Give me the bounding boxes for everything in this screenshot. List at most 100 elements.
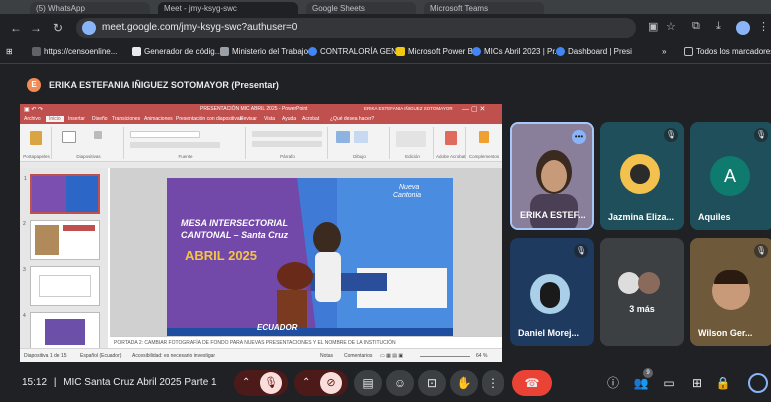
ppt-status-bar: Diapositiva 1 de 15 Español (Ecuador) Ac… — [20, 348, 502, 362]
chevron-up-icon[interactable]: ⌃ — [242, 370, 250, 396]
current-slide[interactable]: MESA INTERSECTORIAL CANTONAL – Santa Cru… — [167, 178, 453, 339]
avatar-hair — [714, 270, 748, 284]
back-icon[interactable]: ← — [8, 20, 24, 36]
paste-icon[interactable] — [30, 131, 42, 145]
tab-whatsapp[interactable]: (5) WhatsApp — [30, 2, 150, 14]
tab-teams[interactable]: Microsoft Teams — [424, 2, 544, 14]
participant-tile-jazmina[interactable]: 🎙 Jazmina Eliza... — [600, 122, 684, 230]
chat-icon[interactable]: ▭ — [660, 374, 678, 392]
menu-animaciones[interactable]: Animaciones — [144, 116, 173, 122]
site-info-icon[interactable] — [82, 21, 96, 35]
bookmarks-overflow[interactable]: » — [662, 47, 666, 56]
presenter-label: ERIKA ESTEFANIA IÑIGUEZ SOTOMAYOR (Prese… — [49, 80, 279, 90]
host-controls-icon[interactable]: 🔒 — [714, 374, 732, 392]
menu-revisar[interactable]: Revisar — [240, 116, 257, 122]
find-replace-icon[interactable] — [396, 131, 426, 147]
cast-icon[interactable]: ▣ — [648, 20, 658, 33]
slide-thumb-4[interactable]: 4 — [23, 312, 100, 352]
reload-icon[interactable]: ↻ — [50, 20, 66, 36]
bookmark-censo[interactable]: https://censoenline... — [32, 47, 117, 56]
bookmark-powerbi[interactable]: Microsoft Power BI — [396, 47, 475, 56]
participant-tile-aquiles[interactable]: A 🎙 Aquiles — [690, 122, 771, 230]
slide-thumb-1[interactable]: 1 — [24, 174, 100, 214]
shapes-icon[interactable] — [336, 131, 350, 143]
menu-archivo[interactable]: Archivo — [24, 116, 41, 122]
activities-icon[interactable]: ⊞ — [688, 374, 706, 392]
menu-transiciones[interactable]: Transiciones — [112, 116, 140, 122]
participant-tile-more[interactable]: 3 más — [600, 238, 684, 346]
view-buttons-icon[interactable]: ▭ ▦ ▤ ▣ — [380, 353, 403, 359]
captions-button[interactable]: ▤ — [354, 370, 382, 396]
more-options-button[interactable]: ⋮ — [482, 370, 504, 396]
raise-hand-button[interactable]: ✋ — [450, 370, 478, 396]
font-select[interactable] — [130, 131, 200, 138]
mic-off-icon[interactable]: 🎙 — [260, 372, 282, 394]
bookmark-mics[interactable]: MICs Abril 2023 | Pr... — [472, 47, 561, 56]
bookmark-star-icon[interactable]: ☆ — [666, 20, 676, 33]
participant-tile-wilson[interactable]: 🎙 Wilson Ger... — [690, 238, 771, 346]
bookmark-dashboard[interactable]: Dashboard | Presi — [556, 47, 632, 56]
addins-icon[interactable] — [479, 131, 489, 143]
profile-avatar[interactable] — [736, 21, 750, 35]
menu-vista[interactable]: Vista — [264, 116, 275, 122]
slide-thumb-3[interactable]: 3 — [23, 266, 100, 306]
apps-icon[interactable]: ⊞ — [6, 47, 13, 56]
shared-screen: ▣ ↶ ↷ PRESENTACIÓN MIC ABRIL 2025 - Powe… — [20, 104, 502, 362]
group-parrafo: Párrafo — [248, 127, 328, 159]
camera-off-icon[interactable]: ⊘ — [320, 372, 342, 394]
avatar-figure — [630, 164, 650, 184]
download-icon[interactable]: ⤓ — [716, 20, 721, 33]
menu-inicio[interactable]: Inicio — [46, 116, 64, 122]
font-format-icons[interactable] — [130, 142, 220, 148]
url-text[interactable]: meet.google.com/jmy-ksyg-swc?authuser=0 — [102, 22, 297, 33]
status-accessibility[interactable]: Accesibilidad: es necesario investigar — [132, 353, 215, 359]
slide-canvas: MESA INTERSECTORIAL CANTONAL – Santa Cru… — [110, 168, 502, 339]
menu-insertar[interactable]: Insertar — [68, 116, 85, 122]
bookmark-generador[interactable]: Generador de códig... — [132, 47, 221, 56]
align-icons[interactable] — [252, 141, 322, 147]
tab-sheets[interactable]: Google Sheets — [306, 2, 416, 14]
status-comments[interactable]: Comentarios — [344, 353, 372, 359]
ppt-user: ERIKA ESTEFANIA IÑIGUEZ SOTOMAYOR — [364, 106, 453, 111]
status-language[interactable]: Español (Ecuador) — [80, 353, 121, 359]
chevron-up-icon[interactable]: ⌃ — [302, 370, 310, 396]
mic-control[interactable]: ⌃ 🎙 — [234, 370, 288, 396]
info-icon[interactable]: ⓘ — [604, 374, 622, 392]
omnibox[interactable]: meet.google.com/jmy-ksyg-swc?authuser=0 — [76, 18, 636, 38]
menu-acrobat[interactable]: Acrobat — [302, 116, 319, 122]
present-button[interactable]: ⊡ — [418, 370, 446, 396]
pdf-icon[interactable] — [445, 131, 457, 145]
status-notes[interactable]: Notas — [320, 353, 333, 359]
forward-icon[interactable]: → — [28, 20, 44, 36]
page-icon — [132, 47, 141, 56]
participant-tile-daniel[interactable]: 🎙 Daniel Morej... — [510, 238, 594, 346]
layout-icon[interactable] — [94, 131, 102, 139]
zoom-slider[interactable] — [420, 356, 470, 357]
menu-ayuda[interactable]: Ayuda — [282, 116, 296, 122]
gemini-icon[interactable] — [748, 373, 768, 393]
menu-dots-icon[interactable]: ⋮ — [758, 20, 769, 33]
status-zoom[interactable]: 64 % — [476, 353, 487, 359]
bookmark-ministerio[interactable]: Ministerio del Trabajo — [220, 47, 308, 56]
all-bookmarks[interactable]: Todos los marcadores — [684, 47, 771, 56]
camera-control[interactable]: ⌃ ⊘ — [294, 370, 348, 396]
extensions-icon[interactable]: ⧉ — [692, 20, 700, 33]
menu-presentacion[interactable]: Presentación con diapositivas — [176, 116, 242, 122]
ppt-search[interactable]: ¿Qué desea hacer? — [330, 116, 374, 122]
slide-thumbnails: 1 2 3 4 — [20, 168, 108, 352]
tab-meet[interactable]: Meet - jmy-ksyg-swc — [158, 2, 298, 14]
slide-thumb-graphic — [63, 225, 95, 231]
presenter-avatar: E — [27, 78, 41, 92]
group-complementos: Complementos — [468, 127, 500, 159]
participant-tile-erika[interactable]: ••• ERIKA ESTEF... — [510, 122, 594, 230]
slide-notes[interactable]: PORTADA 2: CAMBIAR FOTOGRAFÍA DE FONDO P… — [110, 336, 502, 348]
bookmark-contraloria[interactable]: CONTRALORÍA GEN... — [308, 47, 404, 56]
slide-thumb-2[interactable]: 2 — [23, 220, 100, 260]
new-slide-icon[interactable] — [62, 131, 76, 143]
leave-call-button[interactable]: ☎ — [512, 370, 552, 396]
emoji-button[interactable]: ☺ — [386, 370, 414, 396]
more-options-icon[interactable]: ••• — [572, 130, 586, 144]
menu-diseno[interactable]: Diseño — [92, 116, 108, 122]
arrange-icon[interactable] — [354, 131, 368, 143]
paragraph-icons[interactable] — [252, 131, 322, 137]
